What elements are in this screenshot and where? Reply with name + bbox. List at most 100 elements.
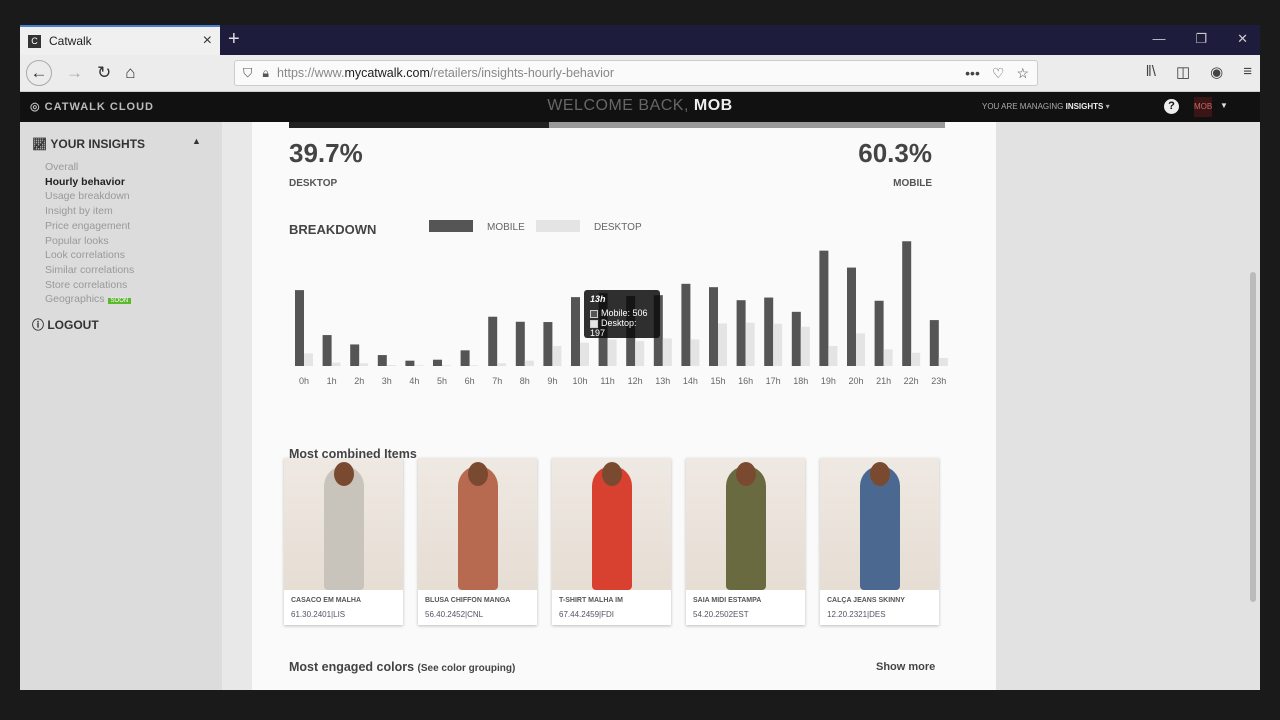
product-image: [552, 458, 671, 590]
bar-desktop-16h[interactable]: [745, 322, 755, 366]
sidebar-item-geographics[interactable]: Geographics SOON: [45, 292, 134, 309]
bar-desktop-5h[interactable]: [442, 365, 451, 366]
address-bar[interactable]: ⛉ 🔒︎ https://www. mycatwalk.com/retailers…: [234, 60, 1038, 86]
bar-mobile-2h[interactable]: [350, 344, 360, 366]
sidebar-item-similar-correlations[interactable]: Similar correlations: [45, 263, 134, 278]
product-code: 56.40.2452|CNL: [425, 610, 484, 619]
bar-desktop-2h[interactable]: [359, 363, 369, 366]
bar-mobile-3h[interactable]: [377, 355, 387, 366]
color-grouping-link[interactable]: (See color grouping): [418, 663, 516, 674]
bar-mobile-0h[interactable]: [295, 290, 304, 366]
bar-mobile-16h[interactable]: [736, 300, 746, 366]
bar-mobile-5h[interactable]: [433, 359, 442, 366]
sidebar-title[interactable]: 📈︎ YOUR INSIGHTS: [32, 137, 145, 151]
url-domain: mycatwalk.com: [344, 66, 430, 80]
bar-mobile-10h[interactable]: [571, 297, 580, 366]
product-card[interactable]: T-SHIRT MALHA IM 67.44.2459|FDI: [552, 458, 671, 625]
bar-mobile-9h[interactable]: [543, 322, 553, 366]
menu-icon[interactable]: ≡: [1243, 63, 1252, 81]
reload-icon[interactable]: ↻: [97, 63, 111, 83]
sidebar-item-insight-by-item[interactable]: Insight by item: [45, 204, 134, 219]
sidebar-item-popular-looks[interactable]: Popular looks: [45, 234, 134, 249]
bar-desktop-14h[interactable]: [690, 339, 700, 366]
bar-mobile-14h[interactable]: [681, 283, 691, 366]
bar-mobile-23h[interactable]: [929, 320, 939, 366]
pocket-icon[interactable]: ♡: [992, 65, 1005, 82]
x-tick-label: 15h: [710, 376, 725, 386]
bar-desktop-23h[interactable]: [938, 358, 948, 366]
sidebar-item-usage-breakdown[interactable]: Usage breakdown: [45, 189, 134, 204]
bar-mobile-21h[interactable]: [874, 300, 884, 366]
collapse-icon[interactable]: ▲: [192, 136, 201, 146]
managing-dropdown[interactable]: YOU ARE MANAGING INSIGHTS ▾: [982, 102, 1110, 111]
bar-desktop-12h[interactable]: [635, 341, 645, 366]
bar-desktop-9h[interactable]: [552, 345, 562, 366]
bar-mobile-8h[interactable]: [515, 321, 525, 366]
app-header: ◎ CATWALK CLOUD WELCOME BACK, MOB YOU AR…: [20, 92, 1260, 122]
sidebar-icon[interactable]: ◫: [1176, 63, 1190, 81]
bar-desktop-1h[interactable]: [331, 362, 341, 366]
product-card[interactable]: BLUSA CHIFFON MANGA 56.40.2452|CNL: [418, 458, 537, 625]
bar-mobile-15h[interactable]: [709, 287, 718, 366]
back-icon[interactable]: ←: [26, 60, 52, 86]
bar-desktop-10h[interactable]: [580, 342, 589, 366]
bar-mobile-22h[interactable]: [902, 241, 912, 366]
sidebar-item-store-correlations[interactable]: Store correlations: [45, 278, 134, 293]
sidebar-item-overall[interactable]: Overall: [45, 160, 134, 175]
bar-desktop-4h[interactable]: [414, 365, 424, 366]
help-icon[interactable]: ?: [1164, 99, 1179, 114]
new-tab-icon[interactable]: +: [228, 28, 240, 51]
bar-desktop-22h[interactable]: [911, 352, 921, 366]
bar-mobile-6h[interactable]: [460, 350, 470, 366]
sidebar-item-price-engagement[interactable]: Price engagement: [45, 219, 134, 234]
logout-link[interactable]: ⓘ LOGOUT: [32, 316, 99, 333]
bar-mobile-17h[interactable]: [764, 297, 774, 366]
bar-desktop-18h[interactable]: [800, 326, 810, 366]
x-tick-label: 14h: [683, 376, 698, 386]
bar-mobile-18h[interactable]: [791, 311, 801, 366]
bar-desktop-15h[interactable]: [718, 323, 727, 366]
desktop-pct: 39.7%: [289, 138, 363, 168]
nav-toolbar: ← → ↻ ⌂ ⛉ 🔒︎ https://www. mycatwalk.com/r…: [20, 55, 1260, 92]
product-name: T-SHIRT MALHA IM: [559, 597, 623, 604]
bar-desktop-11h[interactable]: [607, 339, 617, 366]
bar-mobile-19h[interactable]: [819, 250, 829, 366]
account-icon[interactable]: ◉: [1210, 63, 1223, 81]
product-card[interactable]: SAIA MIDI ESTAMPA 54.20.2502EST: [686, 458, 805, 625]
show-more-button[interactable]: Show more: [876, 661, 935, 673]
home-icon[interactable]: ⌂: [125, 63, 135, 83]
bar-desktop-8h[interactable]: [524, 360, 534, 366]
chevron-down-icon[interactable]: ▼: [1220, 101, 1228, 110]
bookmark-star-icon[interactable]: ☆: [1016, 65, 1029, 82]
engaged-colors-title: Most engaged colors (See color grouping): [289, 660, 516, 674]
bar-mobile-7h[interactable]: [488, 316, 498, 366]
product-card[interactable]: CASACO EM MALHA 61.30.2401|LIS: [284, 458, 403, 625]
library-icon[interactable]: ‖\: [1146, 63, 1156, 81]
product-card[interactable]: CALÇA JEANS SKINNY 12.20.2321|DES: [820, 458, 939, 625]
x-tick-label: 18h: [793, 376, 808, 386]
sidebar-item-look-correlations[interactable]: Look correlations: [45, 248, 134, 263]
restore-icon[interactable]: ❐: [1195, 31, 1207, 47]
bar-mobile-4h[interactable]: [405, 360, 415, 366]
tab-catwalk[interactable]: C Catwalk ×: [20, 25, 220, 55]
bar-desktop-17h[interactable]: [773, 323, 783, 366]
bar-desktop-0h[interactable]: [304, 353, 313, 366]
bar-desktop-3h[interactable]: [386, 365, 396, 366]
catwalk-favicon-icon: C: [28, 34, 41, 48]
close-tab-icon[interactable]: ×: [203, 32, 212, 50]
bar-mobile-20h[interactable]: [847, 267, 856, 366]
sidebar-item-hourly-behavior[interactable]: Hourly behavior: [45, 175, 134, 190]
bar-desktop-21h[interactable]: [883, 349, 893, 366]
bar-desktop-6h[interactable]: [469, 365, 479, 366]
scrollbar[interactable]: [1250, 272, 1256, 602]
bar-desktop-19h[interactable]: [828, 345, 838, 366]
bar-desktop-13h[interactable]: [662, 338, 672, 366]
close-window-icon[interactable]: ✕: [1237, 31, 1248, 47]
more-icon[interactable]: •••: [965, 65, 980, 82]
minimize-icon[interactable]: —: [1152, 31, 1165, 47]
bar-desktop-20h[interactable]: [856, 333, 865, 366]
bar-desktop-7h[interactable]: [497, 363, 507, 366]
bar-mobile-1h[interactable]: [322, 335, 332, 366]
avatar[interactable]: MOB: [1194, 97, 1212, 117]
forward-icon[interactable]: →: [66, 63, 83, 83]
